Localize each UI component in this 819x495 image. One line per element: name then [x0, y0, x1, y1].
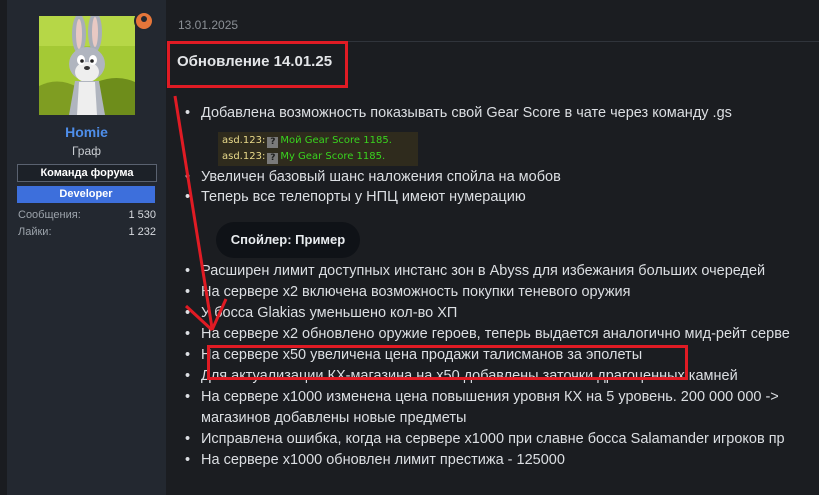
annotation-arrow-icon — [173, 95, 228, 332]
